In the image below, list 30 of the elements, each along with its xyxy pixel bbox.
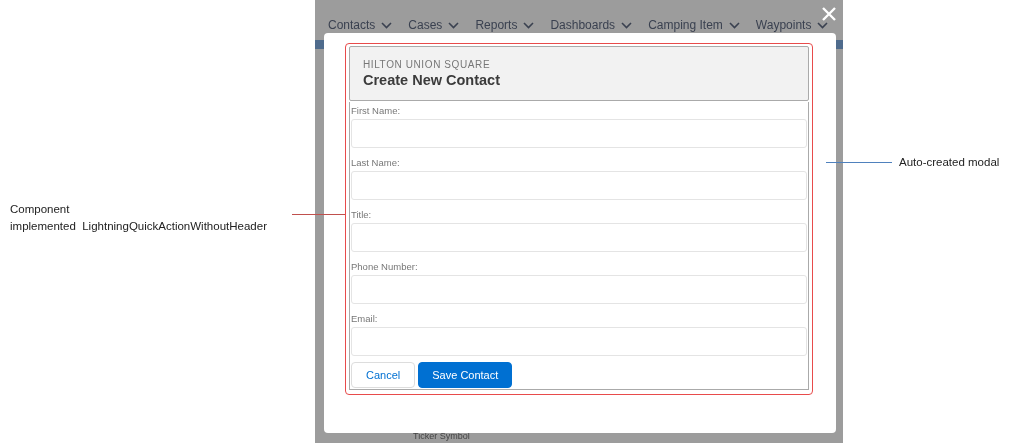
field-label: Phone Number:: [351, 260, 419, 274]
input-field[interactable]: [351, 171, 807, 200]
input-field[interactable]: [351, 327, 807, 356]
field-label: Ticker Symbol: [413, 431, 470, 442]
modal-subtitle: HILTON UNION SQUARE: [363, 59, 492, 70]
nav-tab[interactable]: Camping Item: [648, 18, 723, 32]
save-button[interactable]: Save Contact: [418, 362, 513, 388]
annotation-text: Auto-created modal: [899, 155, 1000, 170]
field-label: First Name:: [351, 104, 402, 118]
nav-tab[interactable]: Cases: [408, 18, 443, 32]
field-label: Email:: [351, 312, 379, 326]
chevron-down-icon[interactable]: [728, 21, 740, 29]
chevron-down-icon[interactable]: [448, 21, 460, 29]
input-field[interactable]: [351, 119, 807, 148]
modal-title: Create New Contact: [363, 72, 501, 88]
close-icon[interactable]: [821, 6, 837, 22]
input-field[interactable]: [351, 275, 807, 304]
chevron-down-icon[interactable]: [817, 21, 829, 29]
chevron-down-icon[interactable]: [381, 21, 393, 29]
cancel-button[interactable]: Cancel: [351, 362, 416, 388]
nav-tab[interactable]: Reports: [475, 18, 518, 32]
input-field[interactable]: [351, 223, 807, 252]
nav-tab[interactable]: Dashboards: [550, 18, 616, 32]
annotation-text: Component implemented LightningQuickActionWithoutHeader: [10, 202, 267, 234]
chevron-down-icon[interactable]: [523, 21, 535, 29]
nav-tab[interactable]: Waypoints: [755, 18, 812, 32]
nav-tab[interactable]: Contacts: [328, 18, 376, 32]
field-label: Title:: [351, 208, 373, 222]
chevron-down-icon[interactable]: [621, 21, 633, 29]
field-label: Last Name:: [351, 156, 401, 170]
